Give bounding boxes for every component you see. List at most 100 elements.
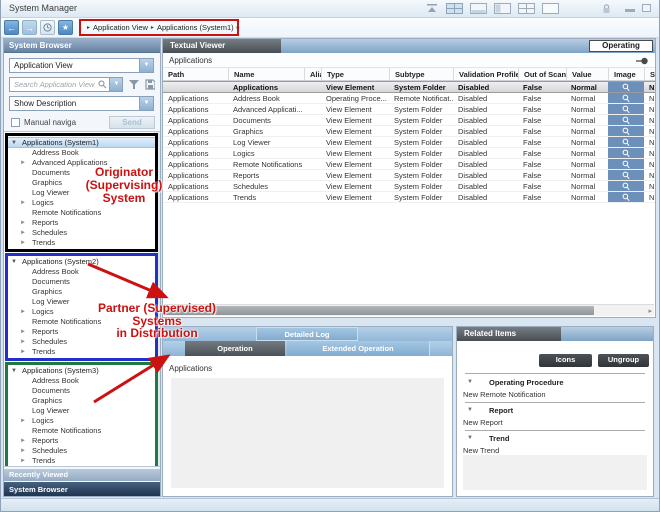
tree-expanded-icon[interactable]: ▼ xyxy=(11,366,17,376)
breadcrumb[interactable]: ▸Application View▸Applications (System1)… xyxy=(79,19,239,36)
tree-collapsed-icon[interactable]: ► xyxy=(20,337,26,347)
filter-icon[interactable] xyxy=(128,79,139,90)
column-header[interactable]: Value xyxy=(566,68,608,80)
pin-icon[interactable] xyxy=(636,57,648,65)
tree-node[interactable]: Log Viewer xyxy=(8,406,155,416)
tree-collapsed-icon[interactable]: ► xyxy=(20,238,26,248)
tree-collapsed-icon[interactable]: ► xyxy=(20,198,26,208)
description-dropdown[interactable]: Show Description ▼ xyxy=(9,96,154,111)
image-cell[interactable] xyxy=(608,93,644,103)
tree-node[interactable]: Graphics xyxy=(8,287,155,297)
tree-node[interactable]: Log Viewer xyxy=(8,297,155,307)
tree-node[interactable]: Remote Notifications xyxy=(8,426,155,436)
image-cell[interactable] xyxy=(608,159,644,169)
table-row[interactable]: ApplicationsLogicsView ElementSystem Fol… xyxy=(163,148,655,159)
tree-collapsed-icon[interactable]: ► xyxy=(20,327,26,337)
related-group-header[interactable]: ▼Report xyxy=(457,405,653,418)
tree-node-header[interactable]: ▼Applications (System3) xyxy=(8,366,155,376)
icons-button[interactable]: Icons xyxy=(539,354,592,367)
breadcrumb-segment[interactable]: Application View xyxy=(93,23,148,32)
tree-node[interactable]: Remote Notifications xyxy=(8,317,155,327)
chevron-down-icon[interactable]: ▼ xyxy=(139,97,153,110)
tree-node[interactable]: Documents xyxy=(8,168,155,178)
tree-node[interactable]: ►Schedules xyxy=(8,337,155,347)
send-button[interactable]: Send xyxy=(109,116,155,129)
tree-expanded-icon[interactable]: ▼ xyxy=(11,257,17,267)
layout-grid-icon[interactable] xyxy=(446,3,463,14)
tree-collapsed-icon[interactable]: ► xyxy=(20,416,26,426)
table-row[interactable]: ApplicationsAdvanced Applicati...View El… xyxy=(163,104,655,115)
tree-node[interactable]: ►Schedules xyxy=(8,446,155,456)
chevron-down-icon[interactable]: ▼ xyxy=(139,59,153,72)
tree-collapsed-icon[interactable]: ► xyxy=(20,446,26,456)
tree-node[interactable]: Documents xyxy=(8,386,155,396)
history-icon[interactable] xyxy=(40,20,55,35)
favorites-star-icon[interactable]: ★ xyxy=(58,20,73,35)
tab-extended-operation[interactable]: Extended Operation xyxy=(287,341,430,356)
related-group-header[interactable]: ▼Operating Procedure xyxy=(457,377,653,390)
column-header[interactable]: Alias xyxy=(304,68,321,80)
related-item[interactable]: New Report xyxy=(457,418,653,429)
scrollbar-thumb[interactable] xyxy=(164,306,594,315)
tree-collapsed-icon[interactable]: ► xyxy=(20,218,26,228)
group-expanded-icon[interactable]: ▼ xyxy=(467,435,473,441)
forward-button[interactable]: → xyxy=(22,20,37,35)
tab-related-items[interactable]: Related Items xyxy=(457,327,561,341)
chevron-down-icon[interactable]: ▼ xyxy=(109,78,122,91)
operation-log-area[interactable] xyxy=(171,378,444,488)
table-row[interactable]: ApplicationsTrendsView ElementSystem Fol… xyxy=(163,192,655,203)
view-dropdown[interactable]: Application View ▼ xyxy=(9,58,154,73)
back-button[interactable]: ← xyxy=(4,20,19,35)
tree-node[interactable]: Log Viewer xyxy=(8,188,155,198)
tab-textual-viewer[interactable]: Textual Viewer xyxy=(163,39,281,53)
minimize-button[interactable] xyxy=(625,9,635,12)
operating-mode-badge[interactable]: Operating xyxy=(589,40,653,52)
tree-collapsed-icon[interactable]: ► xyxy=(20,307,26,317)
tree-node-header[interactable]: ▼Applications (System1) xyxy=(8,137,155,148)
tab-operation[interactable]: Operation xyxy=(185,341,285,356)
group-expanded-icon[interactable]: ▼ xyxy=(467,407,473,413)
tree-node[interactable]: Graphics xyxy=(8,396,155,406)
column-header[interactable]: Name xyxy=(228,68,304,80)
image-cell[interactable] xyxy=(608,104,644,114)
tree-node[interactable]: ►Reports xyxy=(8,218,155,228)
tree-node[interactable]: Address Book xyxy=(8,267,155,277)
tree-collapsed-icon[interactable]: ► xyxy=(20,436,26,446)
image-cell[interactable] xyxy=(608,170,644,180)
tree-node[interactable]: ►Reports xyxy=(8,436,155,446)
table-row[interactable]: ApplicationsReportsView ElementSystem Fo… xyxy=(163,170,655,181)
image-cell[interactable] xyxy=(608,137,644,147)
tab-detailed-log[interactable]: Detailed Log xyxy=(256,327,358,341)
image-cell[interactable] xyxy=(608,126,644,136)
layout-single-icon[interactable] xyxy=(542,3,559,14)
tree-node[interactable]: ►Logics xyxy=(8,198,155,208)
column-header[interactable]: Image xyxy=(608,68,644,80)
tree-expanded-icon[interactable]: ▼ xyxy=(11,138,17,148)
image-cell[interactable] xyxy=(608,82,644,92)
related-group-header[interactable]: ▼Trend xyxy=(457,433,653,446)
scroll-right-icon[interactable]: ▸ xyxy=(648,307,652,315)
horizontal-scrollbar[interactable]: ▸ xyxy=(164,304,654,316)
related-item[interactable]: New Remote Notification xyxy=(457,390,653,401)
group-expanded-icon[interactable]: ▼ xyxy=(467,379,473,385)
tree-node[interactable]: ►Logics xyxy=(8,307,155,317)
tree-node[interactable]: ►Reports xyxy=(8,327,155,337)
tree-node[interactable]: ►Trends xyxy=(8,238,155,248)
tree-collapsed-icon[interactable]: ► xyxy=(20,456,26,466)
column-header[interactable]: S xyxy=(644,68,657,80)
tree-node-header[interactable]: ▼Applications (System2) xyxy=(8,257,155,267)
search-input[interactable]: Search Application View ▼ xyxy=(9,77,123,92)
image-cell[interactable] xyxy=(608,192,644,202)
tree-node[interactable]: ►Schedules xyxy=(8,228,155,238)
save-icon[interactable] xyxy=(145,79,155,90)
tree-node[interactable]: ►Logics xyxy=(8,416,155,426)
table-row[interactable]: ApplicationsAddress BookOperating Proce.… xyxy=(163,93,655,104)
column-header[interactable]: Subtype xyxy=(389,68,453,80)
tree-collapsed-icon[interactable]: ► xyxy=(20,228,26,238)
column-header[interactable]: Out of Scan xyxy=(518,68,566,80)
column-header[interactable]: Type xyxy=(321,68,389,80)
tree-node[interactable]: ►Trends xyxy=(8,456,155,466)
manual-navigation-checkbox[interactable] xyxy=(11,118,20,127)
collapse-top-icon[interactable] xyxy=(425,3,439,14)
recently-viewed-header[interactable]: Recently Viewed xyxy=(4,469,160,481)
